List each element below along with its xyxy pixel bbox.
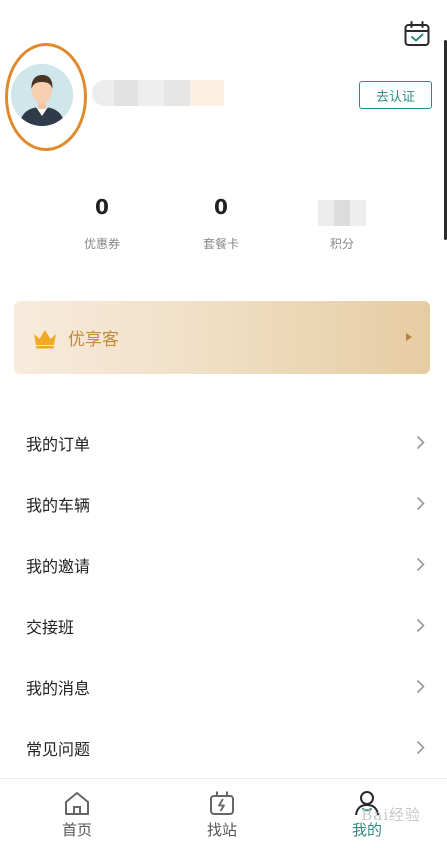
chevron-right-icon	[416, 740, 425, 755]
chevron-right-icon	[416, 557, 425, 572]
vip-banner[interactable]: 优享客	[14, 301, 430, 374]
menu-item-messages[interactable]: 我的消息	[0, 656, 447, 717]
chevron-right-icon	[416, 496, 425, 511]
vip-arrow-icon	[406, 333, 412, 341]
chevron-right-icon	[416, 618, 425, 633]
chevron-right-icon	[416, 435, 425, 450]
chevron-right-icon	[416, 679, 425, 694]
menu-item-label: 我的车辆	[26, 495, 91, 515]
packages-count: 0	[214, 195, 228, 219]
coupons-label: 优惠券	[83, 237, 120, 251]
menu-item-shift-handover[interactable]: 交接班	[0, 595, 447, 656]
packages-label: 套餐卡	[202, 237, 239, 251]
verify-button[interactable]: 去认证	[359, 81, 432, 109]
coupons-count: 0	[95, 195, 109, 219]
points-label: 积分	[329, 237, 354, 251]
menu-item-label: 常见问题	[26, 739, 91, 759]
avatar[interactable]	[11, 64, 73, 126]
vip-title: 优享客	[68, 330, 119, 350]
stats-row: 0 优惠券 0 套餐卡 积分	[0, 192, 447, 262]
watermark: Bai经验	[361, 806, 421, 824]
calendar-check-icon[interactable]	[403, 20, 431, 48]
tab-find-station-label: 找站	[206, 821, 237, 839]
menu-list: 我的订单 我的车辆 我的邀请 交接班 我的消息 常见问题	[0, 412, 447, 778]
menu-item-faq[interactable]: 常见问题	[0, 717, 447, 778]
tab-find-station[interactable]: 找站	[162, 779, 282, 848]
menu-item-orders[interactable]: 我的订单	[0, 412, 447, 473]
menu-item-label: 我的消息	[26, 678, 91, 698]
stat-points[interactable]: 积分	[302, 192, 382, 252]
stat-packages[interactable]: 0 套餐卡	[181, 192, 261, 252]
menu-item-vehicles[interactable]: 我的车辆	[0, 473, 447, 534]
profile-page: 去认证 0 优惠券 0 套餐卡 积分 优享客 我的订单 我的车辆 我的邀请 交接…	[0, 0, 447, 848]
menu-item-invitations[interactable]: 我的邀请	[0, 534, 447, 595]
home-icon	[65, 792, 89, 815]
crown-icon	[34, 329, 56, 348]
menu-item-label: 我的订单	[26, 434, 91, 454]
charging-station-icon	[210, 791, 234, 815]
username-redacted	[92, 80, 224, 106]
menu-item-label: 交接班	[26, 617, 75, 637]
tab-home-label: 首页	[61, 821, 92, 839]
menu-item-label: 我的邀请	[26, 556, 91, 576]
tab-home[interactable]: 首页	[17, 779, 137, 848]
points-count-redacted	[318, 200, 366, 226]
stat-coupons[interactable]: 0 优惠券	[62, 192, 142, 252]
user-avatar-icon	[11, 64, 73, 126]
